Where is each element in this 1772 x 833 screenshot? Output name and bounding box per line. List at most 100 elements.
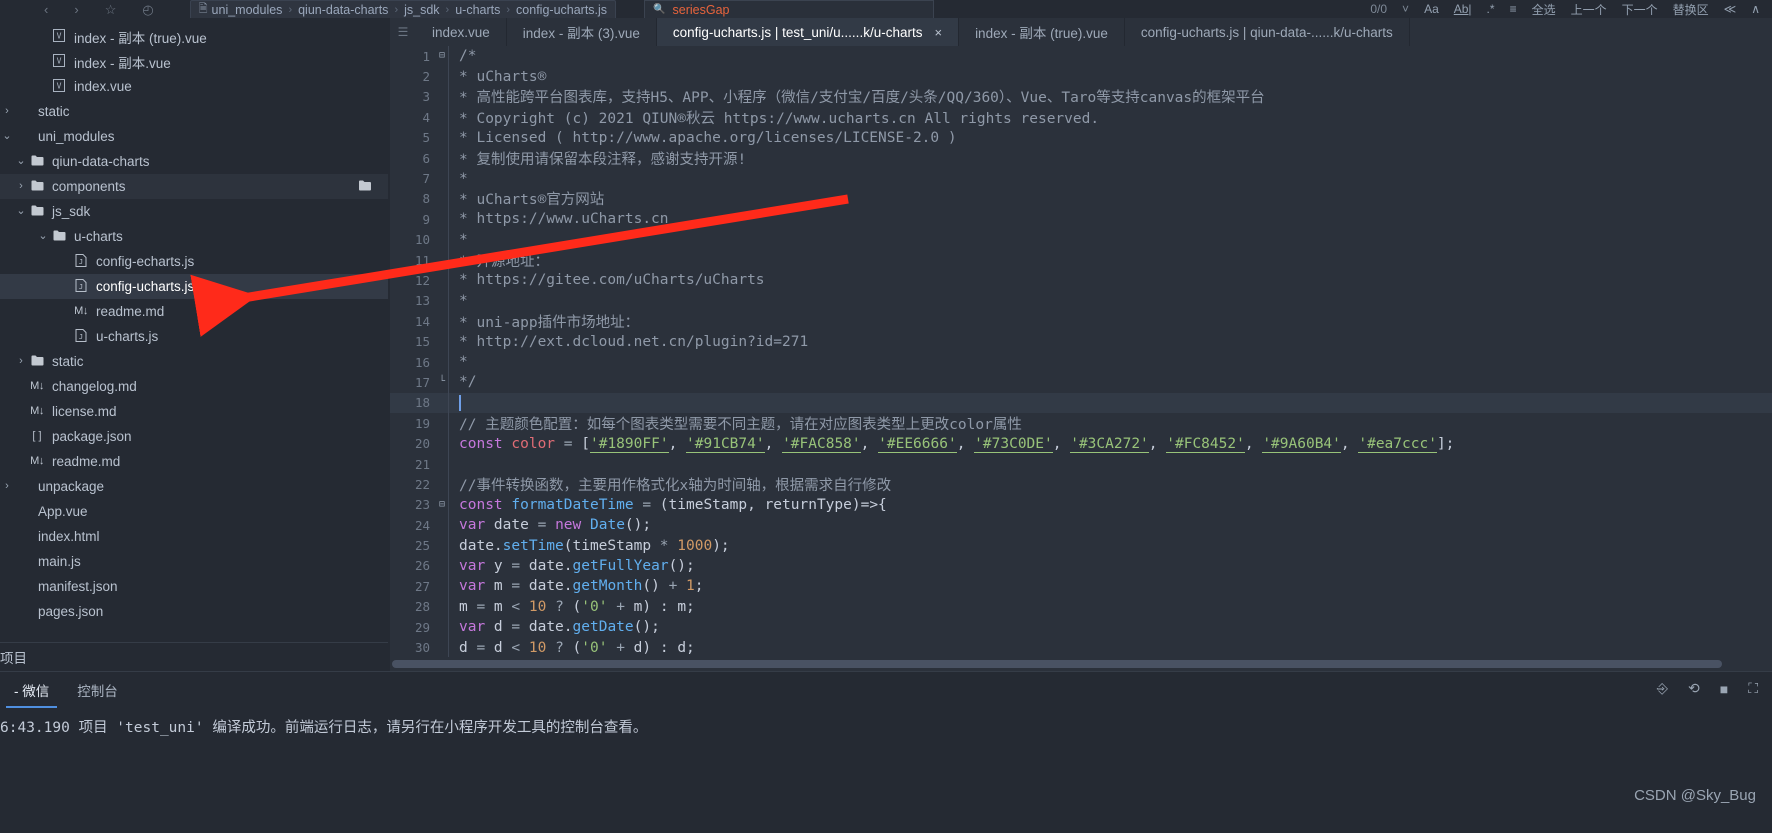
- filter-button[interactable]: ≡: [1510, 2, 1517, 16]
- code-line[interactable]: 26 var y = date.getFullYear();: [390, 555, 1772, 577]
- code-line[interactable]: 22 //事件转换函数，主要用作格式化x轴为时间轴，根据需求自行修改: [390, 474, 1772, 495]
- tree-item-qiun-data-charts[interactable]: ⌄ qiun-data-charts: [0, 149, 388, 174]
- tree-item-index-vue[interactable]: Vindex.vue: [0, 74, 388, 99]
- code-line[interactable]: 14 * uni-app插件市场地址：: [390, 311, 1772, 332]
- console-tab[interactable]: 控制台: [63, 672, 132, 708]
- sidebar-footer[interactable]: 项目: [0, 642, 388, 671]
- code-line[interactable]: 21: [390, 453, 1772, 475]
- editor-tab-bar[interactable]: ☰ index.vue index - 副本 (3).vue config-ucha…: [390, 18, 1772, 46]
- tree-item-static[interactable]: › static: [0, 99, 388, 124]
- replace-area-button[interactable]: 替换区: [1673, 1, 1709, 18]
- console-tab[interactable]: - 微信: [0, 672, 63, 708]
- regex-button[interactable]: .*: [1487, 2, 1495, 16]
- code-editor[interactable]: 1 ⊟/* 2 * uCharts® 3 * 高性能跨平台图表库，支持H5、APP、小…: [390, 46, 1772, 671]
- project-tab-label[interactable]: 项目: [0, 647, 27, 667]
- close-find-icon[interactable]: ∧: [1751, 2, 1760, 16]
- project-explorer[interactable]: Vindex - 副本 (true).vue Vindex - 副本.vue Vin…: [0, 18, 388, 671]
- breadcrumb-part-1[interactable]: qiun-data-charts: [298, 3, 388, 17]
- close-tab-icon[interactable]: ×: [934, 25, 942, 40]
- tree-item-index-true-vue[interactable]: Vindex - 副本 (true).vue: [0, 24, 388, 49]
- tree-item-pages-json[interactable]: [ ]pages.json: [0, 599, 388, 624]
- breadcrumb-container[interactable]: 🗎 uni_modules › qiun-data-charts › js_sd…: [189, 0, 617, 18]
- code-line[interactable]: 9 * https://www.uCharts.cn: [390, 209, 1772, 230]
- tree-item-license-md[interactable]: M↓ license.md: [0, 399, 388, 424]
- clock-icon[interactable]: ◴: [142, 3, 153, 16]
- code-line[interactable]: 13 *: [390, 290, 1772, 312]
- code-line[interactable]: 1 ⊟ /*: [390, 46, 1772, 67]
- tree-item-index-vue[interactable]: Vindex - 副本.vue: [0, 49, 388, 74]
- editor-tab[interactable]: index - 副本 (true).vue: [959, 18, 1125, 46]
- code-line[interactable]: 28 m = m < 10 ? ('0' + m) : m;: [390, 596, 1772, 617]
- drag-handle-icon[interactable]: ☰: [390, 18, 416, 46]
- tree-item-js-sdk[interactable]: ⌄ js_sdk: [0, 199, 388, 224]
- code-line[interactable]: 7 *: [390, 168, 1772, 189]
- code-line[interactable]: 5 * Licensed ( http://www.apache.org/lic…: [390, 127, 1772, 148]
- chevron-down-icon[interactable]: ⌄: [14, 206, 28, 217]
- tree-item-index-html[interactable]: Jindex.html: [0, 524, 388, 549]
- code-line[interactable]: 18: [390, 392, 1772, 414]
- tree-item-uni-modules[interactable]: ⌄ uni_modules: [0, 124, 388, 149]
- chevron-right-icon[interactable]: ›: [0, 106, 14, 117]
- breadcrumb-part-3[interactable]: u-charts: [455, 3, 500, 17]
- folder-action-icon[interactable]: [358, 180, 388, 194]
- tree-item-readme-md[interactable]: M↓ readme.md: [0, 449, 388, 474]
- chevron-right-icon[interactable]: ›: [14, 181, 28, 192]
- code-line[interactable]: 15 * http://ext.dcloud.net.cn/plugin?id=…: [390, 331, 1772, 352]
- code-fold-icon[interactable]: └: [436, 377, 448, 387]
- collapse-icon[interactable]: ≪: [1724, 2, 1737, 16]
- code-line[interactable]: 30 d = d < 10 ? ('0' + d) : d;: [390, 637, 1772, 657]
- tree-item-app-vue[interactable]: VApp.vue: [0, 499, 388, 524]
- tree-item-manifest-json[interactable]: [ ]manifest.json: [0, 574, 388, 599]
- code-line[interactable]: 4 * Copyright (c) 2021 QIUN®秋云 https://w…: [390, 107, 1772, 128]
- code-line[interactable]: 17 └ */: [390, 372, 1772, 393]
- terminal-icon[interactable]: ⎆: [1657, 680, 1668, 697]
- search-input[interactable]: seriesGap: [673, 3, 730, 17]
- code-line[interactable]: 10 *: [390, 229, 1772, 250]
- tree-item-unpackage[interactable]: › unpackage: [0, 474, 388, 499]
- code-fold-icon[interactable]: ⊟: [436, 499, 448, 510]
- code-line[interactable]: 29 var d = date.getDate();: [390, 616, 1772, 638]
- stop-icon[interactable]: ■: [1720, 681, 1728, 697]
- chevron-down-icon[interactable]: ⌄: [36, 231, 50, 242]
- tree-item-u-charts-js[interactable]: Ju-charts.js: [0, 324, 388, 349]
- refresh-icon[interactable]: ⟲: [1688, 680, 1700, 697]
- match-case-button[interactable]: Aa: [1424, 2, 1439, 16]
- expand-icon[interactable]: ⛶: [1748, 680, 1758, 697]
- tree-item-config-echarts-js[interactable]: Jconfig-echarts.js: [0, 249, 388, 274]
- code-line[interactable]: 8 * uCharts®官方网站: [390, 188, 1772, 210]
- code-line[interactable]: 24 var date = new Date();: [390, 514, 1772, 536]
- chevron-right-icon[interactable]: ›: [0, 481, 14, 492]
- tree-item-package-json[interactable]: [ ] package.json: [0, 424, 388, 449]
- find-bar[interactable]: 🔍 seriesGap: [644, 0, 935, 18]
- editor-tab[interactable]: config-ucharts.js | test_uni/u......k/u-…: [656, 18, 960, 46]
- code-line[interactable]: 20 const color = ['#1890FF', '#91CB74', '…: [390, 433, 1772, 454]
- breadcrumb-part-2[interactable]: js_sdk: [404, 3, 439, 17]
- chevron-down-icon[interactable]: ˅: [1402, 2, 1409, 16]
- select-all-button[interactable]: 全选: [1532, 1, 1556, 18]
- file-tree[interactable]: Vindex - 副本 (true).vue Vindex - 副本.vue Vin…: [0, 18, 388, 624]
- chevron-down-icon[interactable]: ⌄: [14, 156, 28, 167]
- code-line[interactable]: 6 * 复制使用请保留本段注释，感谢支持开源!: [390, 147, 1772, 169]
- tree-item-static[interactable]: › static: [0, 349, 388, 374]
- star-icon[interactable]: ☆: [105, 3, 117, 16]
- console-tab-bar[interactable]: - 微信 控制台: [0, 672, 132, 708]
- tree-item-readme-md[interactable]: M↓ readme.md: [0, 299, 388, 324]
- tree-item-changelog-md[interactable]: M↓ changelog.md: [0, 374, 388, 399]
- code-line[interactable]: 12 * https://gitee.com/uCharts/uCharts: [390, 270, 1772, 291]
- code-line[interactable]: 23 ⊟ const formatDateTime = (timeStamp, re…: [390, 494, 1772, 515]
- find-previous-button[interactable]: 上一个: [1571, 1, 1607, 18]
- code-line[interactable]: 3 * 高性能跨平台图表库，支持H5、APP、小程序（微信/支付宝/百度/头条/…: [390, 86, 1772, 108]
- editor-horizontal-scrollbar[interactable]: [390, 657, 1772, 671]
- tree-item-config-ucharts-js[interactable]: Jconfig-ucharts.js: [0, 274, 388, 299]
- code-line[interactable]: 25 date.setTime(timeStamp * 1000);: [390, 535, 1772, 556]
- scrollbar-thumb[interactable]: [392, 660, 1722, 668]
- whole-word-button[interactable]: Ab|: [1454, 2, 1472, 16]
- forward-arrow-icon[interactable]: ›: [74, 3, 78, 16]
- code-line[interactable]: 16 *: [390, 351, 1772, 373]
- breadcrumb-part-4[interactable]: config-ucharts.js: [516, 3, 607, 17]
- find-next-button[interactable]: 下一个: [1622, 1, 1658, 18]
- editor-tab[interactable]: index.vue: [416, 18, 507, 46]
- code-line[interactable]: 27 var m = date.getMonth() + 1;: [390, 576, 1772, 597]
- tree-item-u-charts[interactable]: ⌄ u-charts: [0, 224, 388, 249]
- chevron-right-icon[interactable]: ›: [14, 356, 28, 367]
